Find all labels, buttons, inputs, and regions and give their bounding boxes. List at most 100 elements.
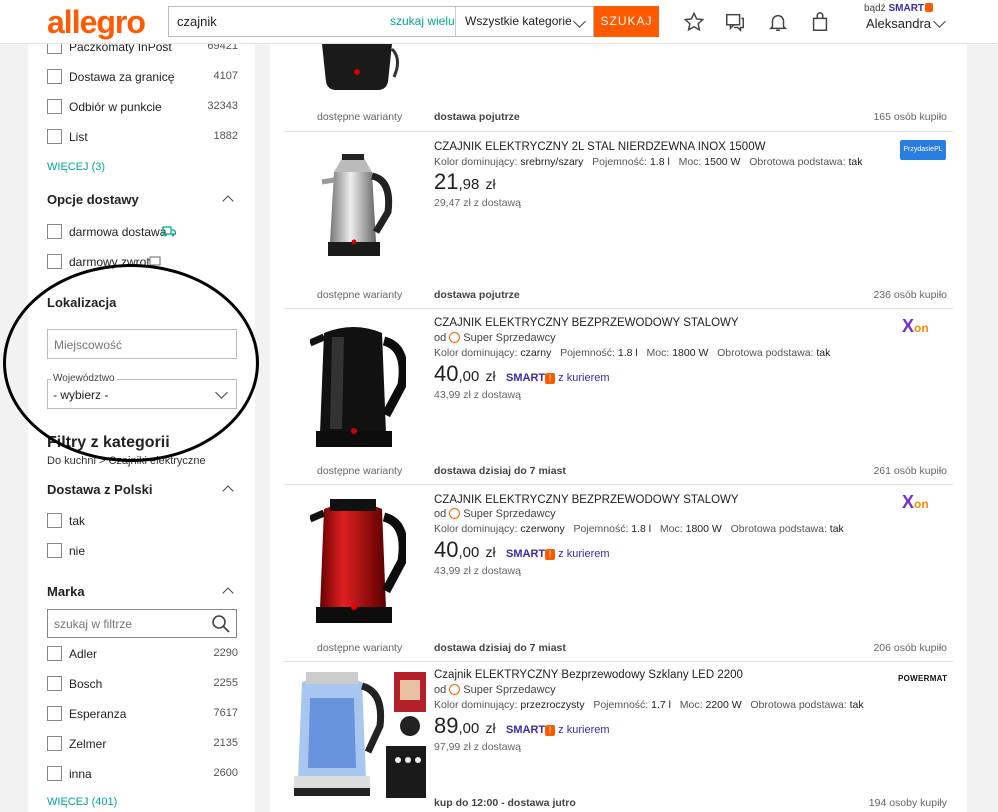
kettle-thumbnail[interactable]: [314, 44, 400, 92]
listing-item[interactable]: Czajnik ELEKTRYCZNY Bezprzewodowy Szklan…: [284, 662, 953, 812]
smart-exclamation-icon: [925, 3, 934, 12]
filter-label: Adler: [69, 647, 98, 661]
smart-label: SMART: [506, 372, 546, 384]
star-icon[interactable]: [683, 11, 705, 33]
chevron-down-icon: [215, 386, 228, 399]
listing-item[interactable]: CZAJNIK ELEKTRYCZNY BEZPRZEWODOWY STALOW…: [284, 485, 953, 662]
delivery-more-link[interactable]: WIĘCEJ (3): [47, 161, 105, 173]
variants-label[interactable]: dostępne warianty: [317, 642, 402, 654]
kettle-thumbnail[interactable]: [318, 152, 398, 264]
checkbox[interactable]: [47, 513, 62, 528]
brand-option[interactable]: Esperanza 7617: [47, 706, 238, 724]
delivery-info: kup do 12:00 - dostawa jutro: [434, 797, 576, 809]
variants-label[interactable]: dostępne warianty: [317, 289, 402, 301]
checkbox[interactable]: [47, 224, 62, 239]
listing-item[interactable]: CZAJNIK ELEKTRYCZNY 2L STAL NIERDZEWNA I…: [284, 132, 953, 309]
kettle-thumbnail[interactable]: [310, 319, 406, 453]
filter-option[interactable]: darmowa dostawa: [47, 224, 238, 242]
city-input[interactable]: Miejscowość: [47, 329, 237, 359]
brand-search-input[interactable]: szukaj w filtrze: [47, 609, 237, 638]
super-seller-icon: [449, 332, 461, 343]
filter-option[interactable]: nie: [47, 543, 238, 561]
item-title[interactable]: CZAJNIK ELEKTRYCZNY BEZPRZEWODOWY STALOW…: [434, 494, 739, 506]
item-title[interactable]: CZAJNIK ELEKTRYCZNY BEZPRZEWODOWY STALOW…: [434, 317, 739, 329]
filter-label: Zelmer: [69, 737, 107, 751]
allegro-logo[interactable]: allegro: [47, 4, 146, 41]
category-breadcrumb[interactable]: Do kuchni > Czajniki elektryczne: [47, 455, 206, 467]
bell-icon[interactable]: [767, 11, 789, 33]
bag-icon[interactable]: [809, 11, 831, 33]
filter-label: Paczkomaty InPost: [69, 44, 172, 54]
checkbox[interactable]: [47, 646, 62, 661]
brand-more-link[interactable]: WIĘCEJ (401): [47, 796, 117, 808]
filter-count: 2290: [213, 647, 238, 659]
search-button[interactable]: SZUKAJ: [594, 6, 659, 37]
kettle-thumbnail[interactable]: [290, 668, 430, 802]
brand-option[interactable]: Adler 2290: [47, 646, 238, 664]
checkbox[interactable]: [47, 99, 62, 114]
search-box: szukaj wielu Wszystkie kategorie: [168, 6, 594, 37]
filter-option[interactable]: darmowy zwrot: [47, 254, 238, 272]
search-many-link[interactable]: szukaj wielu: [390, 14, 455, 28]
chevron-up-icon[interactable]: [222, 485, 234, 497]
search-icon[interactable]: [211, 614, 231, 634]
seller-badge: Super Sprzedawcy: [463, 332, 556, 344]
checkbox[interactable]: [47, 543, 62, 558]
item-seller: od Super Sprzedawcy: [434, 332, 556, 344]
chevron-up-icon[interactable]: [222, 587, 234, 599]
checkbox[interactable]: [47, 676, 62, 691]
seller-badge: Super Sprzedawcy: [463, 508, 556, 520]
checkbox[interactable]: [47, 254, 62, 269]
filter-option[interactable]: Dostawa za granicę 4107: [47, 69, 238, 87]
filter-option[interactable]: Paczkomaty InPost 69421: [47, 44, 238, 57]
brand-option[interactable]: inna 2600: [47, 766, 238, 784]
param-label: Obrotowa podstawa:: [717, 347, 814, 359]
checkbox[interactable]: [47, 129, 62, 144]
variants-label[interactable]: dostępne warianty: [317, 111, 402, 123]
item-title[interactable]: CZAJNIK ELEKTRYCZNY 2L STAL NIERDZEWNA I…: [434, 141, 765, 153]
variants-label[interactable]: dostępne warianty: [317, 465, 402, 477]
category-select[interactable]: Wszystkie kategorie: [455, 7, 594, 36]
checkbox[interactable]: [47, 44, 62, 54]
item-params: Kolor dominujący: przezroczysty Pojemnoś…: [434, 699, 864, 711]
chevron-up-icon[interactable]: [222, 195, 234, 207]
param-value: 1.8 l: [631, 523, 652, 535]
price-currency: zł: [485, 544, 496, 560]
seller-logo[interactable]: Xon: [902, 492, 929, 513]
filter-option[interactable]: tak: [47, 513, 238, 531]
param-value: tak: [849, 699, 864, 711]
chat-icon[interactable]: [724, 11, 746, 33]
kettle-thumbnail[interactable]: [310, 495, 406, 629]
param-value: tak: [848, 156, 863, 168]
brand-option[interactable]: Zelmer 2135: [47, 736, 238, 754]
param-label: Moc:: [679, 699, 703, 711]
courier-label: z kurierem: [558, 724, 610, 736]
bought-count: 194 osoby kupiły: [868, 797, 947, 809]
listing-panel: dostępne warianty dostawa pojutrze 165 o…: [270, 44, 967, 812]
item-seller: od Super Sprzedawcy: [434, 684, 556, 696]
param-label: Pojemność:: [573, 523, 629, 535]
checkbox[interactable]: [47, 736, 62, 751]
checkbox[interactable]: [47, 706, 62, 721]
voivodeship-value: - wybierz -: [53, 388, 109, 402]
checkbox[interactable]: [47, 766, 62, 781]
bought-count: 236 osób kupiło: [873, 289, 947, 301]
seller-logo[interactable]: POWERMAT: [898, 674, 947, 683]
filter-option[interactable]: Odbiór w punkcie 32343: [47, 99, 238, 117]
item-title[interactable]: Czajnik ELEKTRYCZNY Bezprzewodowy Szklan…: [434, 669, 743, 681]
filter-option[interactable]: List 1882: [47, 129, 238, 147]
seller-logo[interactable]: Xon: [902, 316, 929, 337]
smart-promo[interactable]: bądź SMART: [864, 3, 934, 14]
item-price: 40,00 zł: [434, 361, 496, 387]
param-value: tak: [829, 523, 844, 535]
listing-item[interactable]: dostępne warianty dostawa pojutrze 165 o…: [284, 44, 953, 132]
user-menu[interactable]: bądź SMART Aleksandra: [864, 3, 946, 31]
brand-option[interactable]: Bosch 2255: [47, 676, 238, 694]
filter-label: List: [69, 130, 88, 144]
seller-logo[interactable]: PrzydasiePL: [900, 140, 946, 160]
checkbox[interactable]: [47, 69, 62, 84]
listing-item[interactable]: CZAJNIK ELEKTRYCZNY BEZPRZEWODOWY STALOW…: [284, 309, 953, 485]
price-dec: ,00: [458, 720, 480, 737]
smart-exclamation-icon: !: [545, 373, 556, 384]
param-label: Obrotowa podstawa:: [750, 699, 847, 711]
